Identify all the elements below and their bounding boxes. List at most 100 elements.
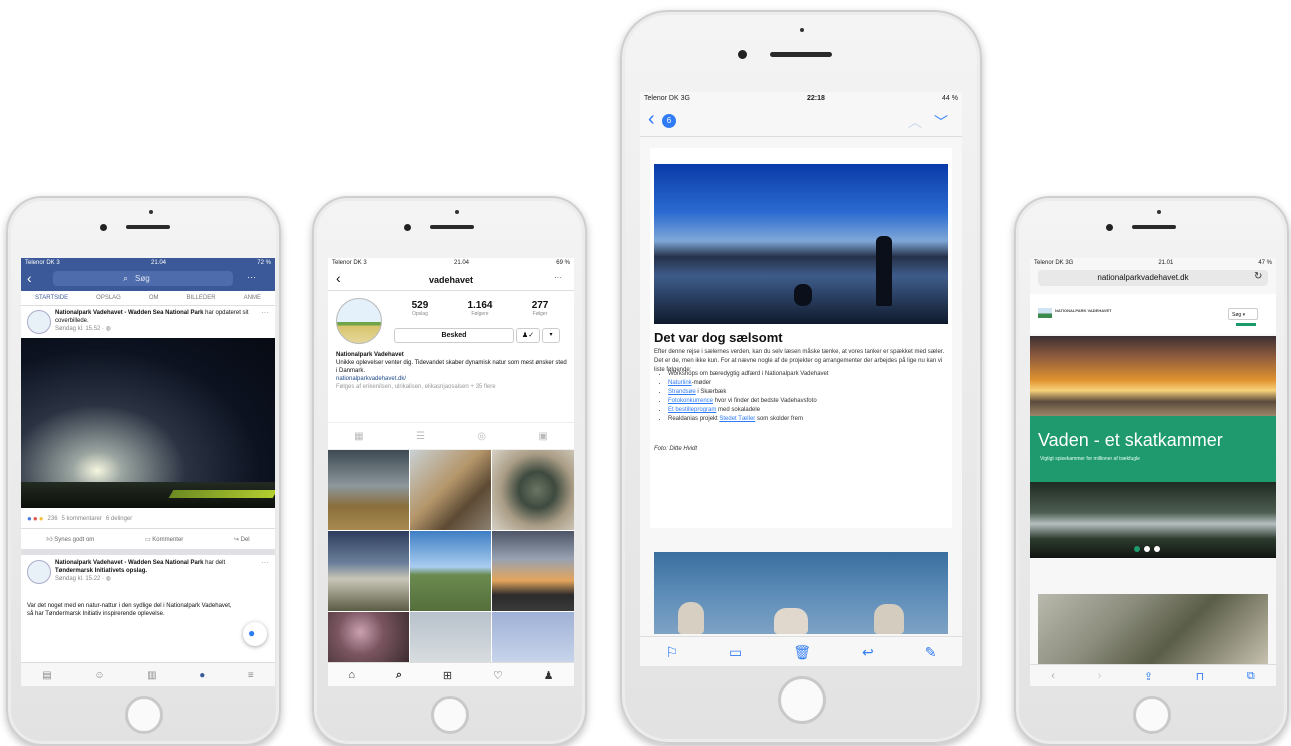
seals-photo[interactable] bbox=[654, 552, 948, 634]
content-photo[interactable] bbox=[1038, 594, 1268, 664]
post2-shared-from[interactable]: Tøndermarsk Initiativets opslag. bbox=[55, 568, 147, 574]
home-button[interactable] bbox=[1133, 696, 1171, 734]
followed-by-text[interactable]: Følges af erikenilsen, ulrikalisen, elik… bbox=[336, 383, 568, 391]
person-silhouette bbox=[876, 236, 892, 306]
grid-photo[interactable] bbox=[410, 531, 491, 611]
reply-icon[interactable]: ↩ bbox=[862, 644, 874, 661]
bullet-link[interactable]: Stedet Tæller bbox=[719, 416, 755, 422]
site-logo-text[interactable]: NATIONALPARK VADEHAVET bbox=[1055, 308, 1115, 313]
post-menu-icon[interactable]: ··· bbox=[261, 308, 269, 317]
clock-label: 21.04 bbox=[453, 259, 469, 266]
profile-avatar[interactable] bbox=[336, 298, 382, 344]
flag-icon[interactable]: ⚐ bbox=[665, 644, 678, 661]
bullet-link[interactable]: Strandsøe bbox=[668, 389, 696, 395]
reactions-count[interactable]: 236 bbox=[48, 516, 58, 522]
beach-photo[interactable] bbox=[654, 164, 948, 324]
carousel-dot[interactable] bbox=[1144, 546, 1150, 552]
shares-count[interactable]: 6 delinger bbox=[106, 516, 132, 522]
dog-silhouette bbox=[794, 284, 812, 306]
search-input[interactable]: ⌕ Søg bbox=[53, 271, 233, 286]
home-button[interactable] bbox=[125, 696, 163, 734]
list-view-icon[interactable]: ☰ bbox=[416, 431, 425, 442]
profile-icon[interactable]: ♟ bbox=[544, 669, 554, 682]
more-options-icon[interactable]: ··· bbox=[554, 273, 562, 282]
marketplace-icon[interactable]: ▥ bbox=[147, 670, 156, 681]
comments-count[interactable]: 5 kommentarer bbox=[62, 516, 102, 522]
globe-icon: ◍ bbox=[105, 326, 111, 332]
address-bar[interactable]: nationalparkvadehavet.dk ↻ bbox=[1038, 270, 1268, 286]
carousel-dot[interactable] bbox=[1154, 546, 1160, 552]
bookmarks-icon[interactable]: ⊓ bbox=[1196, 670, 1205, 683]
back-icon[interactable]: ‹ bbox=[27, 270, 32, 286]
grid-photo[interactable] bbox=[492, 531, 574, 611]
home-icon[interactable]: ⌂ bbox=[348, 669, 355, 681]
news-feed-icon[interactable]: ▤ bbox=[42, 670, 51, 681]
list-item: Realdanias projekt Stedet Tæller som sko… bbox=[668, 415, 958, 424]
sensor-dot bbox=[1157, 210, 1161, 214]
profile-bio: Nationalpark Vadehavet Unikke oplevelser… bbox=[336, 351, 568, 391]
forward-icon[interactable]: › bbox=[1098, 670, 1102, 682]
next-message-icon[interactable]: ﹀ bbox=[934, 112, 948, 132]
search-button[interactable]: Søg ▾ bbox=[1228, 308, 1258, 320]
tabs-icon[interactable]: ⧉ bbox=[1247, 670, 1255, 683]
suggestions-button[interactable]: ▾ bbox=[542, 328, 560, 343]
new-post-icon[interactable]: ⊞ bbox=[443, 669, 452, 682]
messenger-button[interactable]: ● bbox=[243, 622, 267, 646]
like-button[interactable]: 👍︎ Synes godt om bbox=[46, 535, 94, 543]
comment-button[interactable]: ▭ Kommenter bbox=[145, 536, 183, 543]
lit-grass bbox=[168, 490, 275, 498]
compose-icon[interactable]: ✎ bbox=[925, 644, 937, 661]
more-options-icon[interactable]: ··· bbox=[247, 272, 256, 282]
grid-photo[interactable] bbox=[492, 450, 574, 530]
back-icon[interactable]: ‹ bbox=[1051, 670, 1055, 682]
post-menu-icon[interactable]: ··· bbox=[261, 558, 269, 567]
trash-icon[interactable]: 🗑︎ bbox=[793, 644, 811, 661]
page-avatar[interactable] bbox=[27, 560, 51, 584]
sensor-dot bbox=[149, 210, 153, 214]
grid-photo[interactable] bbox=[328, 450, 409, 530]
tab-anmeldelser[interactable]: ANME bbox=[244, 295, 261, 301]
grid-photo[interactable] bbox=[328, 612, 409, 662]
menu-icon[interactable]: ≡ bbox=[248, 670, 254, 681]
profile-link[interactable]: nationalparkvadehavet.dk/ bbox=[336, 375, 568, 383]
reload-icon[interactable]: ↻ bbox=[1254, 271, 1262, 282]
post2-author[interactable]: Nationalpark Vadehavet - Wadden Sea Nati… bbox=[55, 560, 204, 566]
home-button[interactable] bbox=[778, 676, 826, 724]
bullet-link[interactable]: Naturlink bbox=[668, 380, 692, 386]
message-button[interactable]: Besked bbox=[394, 328, 514, 343]
tagged-icon[interactable]: ▣ bbox=[538, 431, 547, 442]
map-pin-icon[interactable]: ◎ bbox=[477, 431, 486, 442]
site-logo-icon[interactable] bbox=[1038, 308, 1052, 318]
stat-followers[interactable]: 1.164 Følgere bbox=[467, 300, 492, 317]
home-button[interactable] bbox=[431, 696, 469, 734]
share-button[interactable]: ↪ Del bbox=[234, 536, 250, 543]
page-avatar[interactable] bbox=[27, 310, 51, 334]
carousel-dot[interactable] bbox=[1134, 546, 1140, 552]
following-button[interactable]: ♟✓ bbox=[516, 328, 540, 343]
stat-following[interactable]: 277 Følger bbox=[532, 300, 549, 317]
grid-photo[interactable] bbox=[328, 531, 409, 611]
previous-message-icon[interactable]: ︿ bbox=[908, 112, 922, 132]
tab-om[interactable]: OM bbox=[149, 295, 159, 301]
bullet-link[interactable]: Fotokonkurrence bbox=[668, 398, 713, 404]
unread-badge[interactable]: 6 bbox=[662, 114, 676, 128]
tab-startside[interactable]: STARTSIDE bbox=[35, 295, 68, 301]
requests-icon[interactable]: ☺ bbox=[94, 670, 104, 681]
grid-view-icon[interactable]: ▦ bbox=[354, 431, 363, 442]
cover-photo[interactable] bbox=[21, 338, 275, 508]
grid-photo[interactable] bbox=[410, 612, 491, 662]
search-icon[interactable]: ⌕ bbox=[396, 669, 402, 682]
folder-icon[interactable]: ▭ bbox=[729, 644, 742, 661]
grid-photo[interactable] bbox=[492, 612, 574, 662]
tab-opslag[interactable]: OPSLAG bbox=[96, 295, 121, 301]
notifications-icon[interactable]: ● bbox=[199, 670, 205, 681]
share-icon[interactable]: ⇪ bbox=[1144, 670, 1153, 683]
post1-author[interactable]: Nationalpark Vadehavet - Wadden Sea Nati… bbox=[55, 310, 204, 316]
back-chevron-icon[interactable]: ‹ bbox=[648, 108, 655, 131]
tab-billeder[interactable]: BILLEDER bbox=[187, 295, 216, 301]
bullet-link[interactable]: Et bestilleprogram bbox=[668, 407, 716, 413]
bullet-text: i Skærbæk bbox=[695, 389, 727, 395]
heart-icon[interactable]: ♡ bbox=[493, 669, 503, 682]
grid-photo[interactable] bbox=[410, 450, 491, 530]
stat-posts[interactable]: 529 Opslag bbox=[412, 300, 429, 317]
